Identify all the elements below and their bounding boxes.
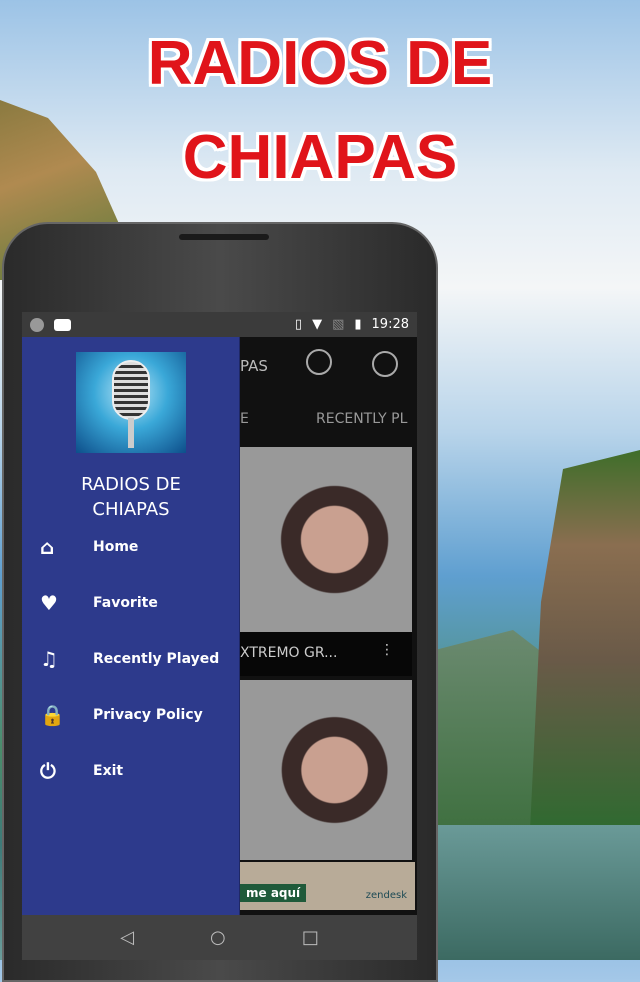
app-title: PAS (240, 357, 268, 375)
back-icon[interactable]: ◁ (120, 927, 134, 948)
background-cliff-right (530, 450, 640, 830)
tab-home[interactable]: E (240, 411, 249, 427)
promo-title-line1: RADIOS DE (147, 29, 493, 98)
ad-text: me aquí (240, 884, 307, 902)
drawer-title: RADIOS DE CHIAPAS (81, 474, 181, 520)
home-circle-icon[interactable]: ○ (210, 927, 226, 948)
ad-banner[interactable]: me aquí zendesk (240, 862, 415, 910)
vibrate-icon: ▯ (294, 317, 303, 332)
station-card[interactable] (240, 680, 412, 860)
home-icon: ⌂ (40, 535, 55, 559)
drawer-item-privacy-policy[interactable]: 🔒 Privacy Policy (22, 695, 240, 735)
drawer-item-exit[interactable]: ⏻ Exit (22, 751, 240, 791)
music-note-icon: ♫ (40, 647, 58, 671)
wifi-icon: ▼ (312, 317, 323, 332)
power-icon: ⏻ (40, 759, 56, 783)
youtube-icon (54, 318, 71, 331)
system-nav-bar: ◁ ○ □ (22, 915, 417, 960)
navigation-drawer: RADIOS DE CHIAPAS ⌂ Home ♥ Favorite ♫ Recen… (22, 337, 240, 915)
background-river (435, 825, 640, 960)
battery-icon: ▮ (354, 317, 362, 332)
ad-brand: zendesk (365, 890, 407, 901)
no-sim-icon: ▧ (332, 317, 345, 332)
power-icon[interactable] (372, 351, 398, 377)
more-options-icon[interactable]: ⋮ (380, 642, 394, 658)
clock: 19:28 (371, 317, 409, 332)
phone-screen: ▯ ▼ ▧ ▮ 19:28 PAS E RECENTLY PL XTREMO G… (22, 312, 417, 960)
speaker (179, 234, 269, 240)
lock-icon: 🔒 (40, 703, 65, 727)
recents-icon[interactable]: □ (302, 927, 319, 948)
search-icon[interactable] (306, 349, 332, 375)
drawer-item-favorite[interactable]: ♥ Favorite (22, 583, 240, 623)
microphone-icon (112, 360, 150, 420)
station-card[interactable]: XTREMO GR... ⋮ (240, 447, 412, 676)
station-caption: XTREMO GR... ⋮ (240, 632, 412, 676)
station-image (240, 680, 412, 860)
drawer-item-home[interactable]: ⌂ Home (22, 527, 240, 567)
app-logo (76, 352, 186, 453)
station-image (240, 447, 412, 632)
drawer-item-recently-played[interactable]: ♫ Recently Played (22, 639, 240, 679)
mic-stand (128, 418, 134, 448)
promo-title-line2: CHIAPAS (182, 123, 458, 192)
heart-icon: ♥ (40, 591, 58, 615)
tab-recently-played[interactable]: RECENTLY PL (316, 411, 407, 427)
status-bar: ▯ ▼ ▧ ▮ 19:28 (22, 312, 417, 337)
notification-dot-icon (30, 317, 44, 332)
